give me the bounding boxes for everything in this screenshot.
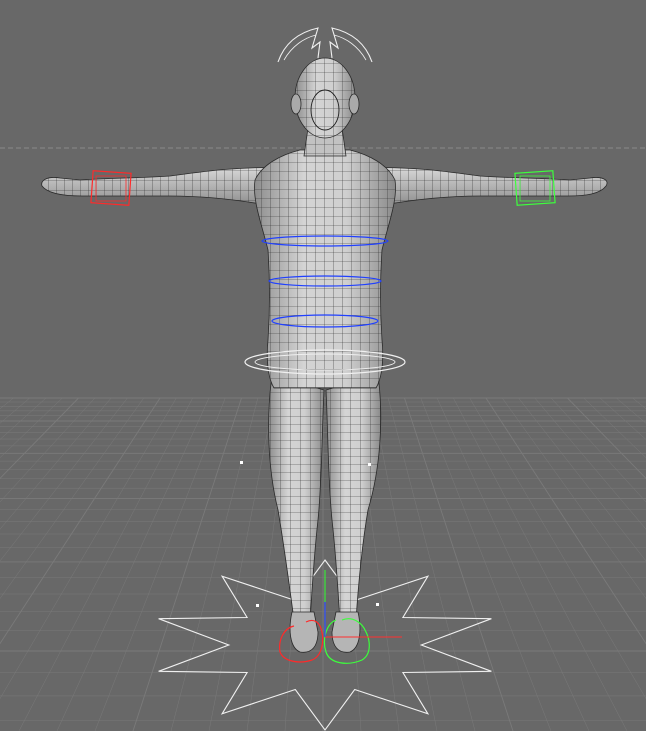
pole-marker-left-elbow[interactable] (240, 461, 243, 464)
right-ear (348, 93, 360, 115)
left-foot-mesh[interactable] (289, 611, 319, 653)
pole-marker-right-knee[interactable] (376, 603, 379, 606)
pole-marker-right-elbow[interactable] (368, 463, 371, 466)
viewport-scene[interactable] (0, 0, 646, 731)
left-ear (290, 93, 302, 115)
pole-marker-left-knee[interactable] (256, 604, 259, 607)
3d-viewport[interactable] (0, 0, 646, 731)
head-wire (295, 58, 355, 138)
right-foot-mesh[interactable] (331, 611, 361, 653)
